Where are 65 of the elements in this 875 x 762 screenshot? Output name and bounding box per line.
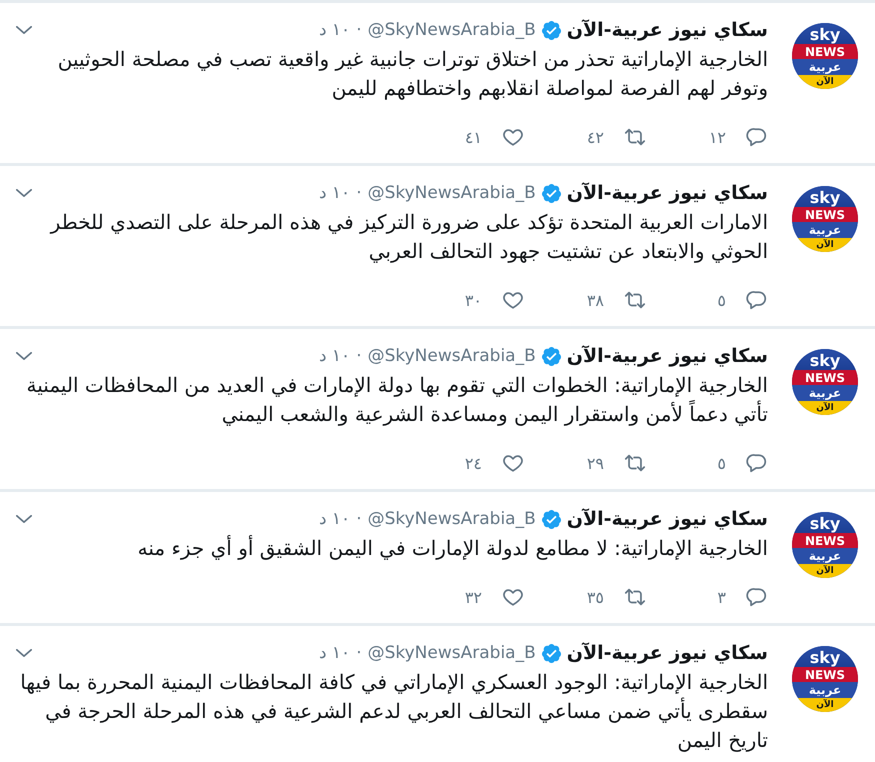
action-count: ٤١ bbox=[464, 128, 482, 146]
logo-text: NEWS bbox=[792, 370, 858, 385]
logo-text: عربية bbox=[792, 385, 858, 401]
logo-text: NEWS bbox=[792, 207, 858, 222]
action-count: ٣٨ bbox=[586, 290, 604, 310]
logo-text: sky bbox=[792, 186, 858, 207]
tweet-time[interactable]: ١٠ د bbox=[318, 509, 350, 529]
logo-text: NEWS bbox=[792, 44, 858, 59]
logo-text: عربية bbox=[792, 59, 858, 75]
action-count: ٣٢ bbox=[464, 588, 482, 606]
action-count: ٣ bbox=[717, 588, 726, 606]
action-count: ١٢ bbox=[708, 128, 726, 146]
logo-text: sky bbox=[792, 23, 858, 44]
logo-text: عربية bbox=[792, 682, 858, 698]
separator-dot: · bbox=[356, 20, 362, 40]
repeat-arrows-icon[interactable] bbox=[624, 289, 646, 311]
action-count: ٤٢ bbox=[586, 128, 604, 146]
tweet-time[interactable]: ١٠ د bbox=[318, 20, 350, 40]
tweet-text: الخارجية الإماراتية: الخطوات التي تقوم بها دولة الإمارات في العديد من المحافظات اليمنية تأتي دعماً لأمن واستقرار اليمن ومساعدة الشرعية والشعب اليمني bbox=[26, 372, 768, 428]
separator-dot: · bbox=[356, 509, 362, 529]
account-name[interactable]: سكاي نيوز عربية-الآن bbox=[566, 19, 768, 41]
account-handle[interactable]: @SkyNewsArabia_B bbox=[368, 183, 536, 203]
logo-text: عربية bbox=[792, 548, 858, 564]
chevron-down-icon[interactable] bbox=[16, 26, 32, 34]
tweet-time[interactable]: ١٠ د bbox=[318, 643, 350, 663]
logo-text: sky bbox=[792, 512, 858, 533]
logo-text: sky bbox=[792, 349, 858, 370]
chevron-down-icon[interactable] bbox=[16, 515, 32, 523]
action-count: ٥ bbox=[717, 290, 726, 310]
repeat-arrows-icon[interactable] bbox=[624, 452, 646, 474]
logo-text: NEWS bbox=[792, 667, 858, 682]
separator-dot: · bbox=[356, 643, 362, 663]
separator-dot: · bbox=[356, 183, 362, 203]
action-count: ٢٩ bbox=[586, 454, 604, 472]
action-count: ٣٠ bbox=[464, 290, 482, 310]
chevron-down-icon[interactable] bbox=[16, 189, 32, 197]
logo-text: sky bbox=[792, 646, 858, 667]
action-count: ٣٥ bbox=[586, 588, 604, 606]
account-handle[interactable]: @SkyNewsArabia_B bbox=[368, 509, 536, 529]
tweet-text: الخارجية الإماراتية: لا مطامع لدولة الإمارات في اليمن الشقيق أو أي جزء منه bbox=[136, 534, 768, 562]
repeat-arrows-icon[interactable] bbox=[624, 586, 646, 608]
account-name[interactable]: سكاي نيوز عربية-الآن bbox=[566, 642, 768, 664]
tweet-text: الخارجية الإماراتية تحذر من اختلاق توترات جانبية غير واقعية تصب في مصلحة الحوثيين وتوفر لهم الفرصة لمواصلة انقلابهم واختطافهم لليمن bbox=[56, 46, 768, 102]
tweet-time[interactable]: ١٠ د bbox=[318, 183, 350, 203]
chevron-down-icon[interactable] bbox=[16, 352, 32, 360]
speech-bubble-icon[interactable] bbox=[746, 586, 768, 608]
account-handle[interactable]: @SkyNewsArabia_B bbox=[368, 20, 536, 40]
chevron-down-icon[interactable] bbox=[16, 649, 32, 657]
account-handle[interactable]: @SkyNewsArabia_B bbox=[368, 346, 536, 366]
action-count: ٥ bbox=[717, 454, 726, 472]
speech-bubble-icon[interactable] bbox=[746, 126, 768, 148]
logo-text: NEWS bbox=[792, 533, 858, 548]
separator-dot: · bbox=[356, 346, 362, 366]
account-name[interactable]: سكاي نيوز عربية-الآن bbox=[566, 345, 768, 367]
account-name[interactable]: سكاي نيوز عربية-الآن bbox=[566, 508, 768, 530]
speech-bubble-icon[interactable] bbox=[746, 452, 768, 474]
tweet-text: الخارجية الإماراتية: الوجود العسكري الإماراتي في كافة المحافظات اليمنية المحررة بما فيها سقطرى يأتي ضمن مساعي التحالف العربي لدعم الشرعية في هذه المرحلة الحرجة في تاريخ اليمن bbox=[19, 669, 768, 754]
account-handle[interactable]: @SkyNewsArabia_B bbox=[368, 643, 536, 663]
logo-text: عربية bbox=[792, 222, 858, 238]
speech-bubble-icon[interactable] bbox=[746, 289, 768, 311]
action-count: ٢٤ bbox=[464, 454, 482, 472]
tweet-time[interactable]: ١٠ د bbox=[318, 346, 350, 366]
tweet-text: الامارات العربية المتحدة تؤكد على ضرورة التركيز في هذه المرحلة على التصدي للخطر الحوثي والابتعاد عن تشتيت جهود التحالف العربي bbox=[48, 209, 768, 265]
repeat-arrows-icon[interactable] bbox=[624, 126, 646, 148]
account-name[interactable]: سكاي نيوز عربية-الآن bbox=[566, 182, 768, 204]
